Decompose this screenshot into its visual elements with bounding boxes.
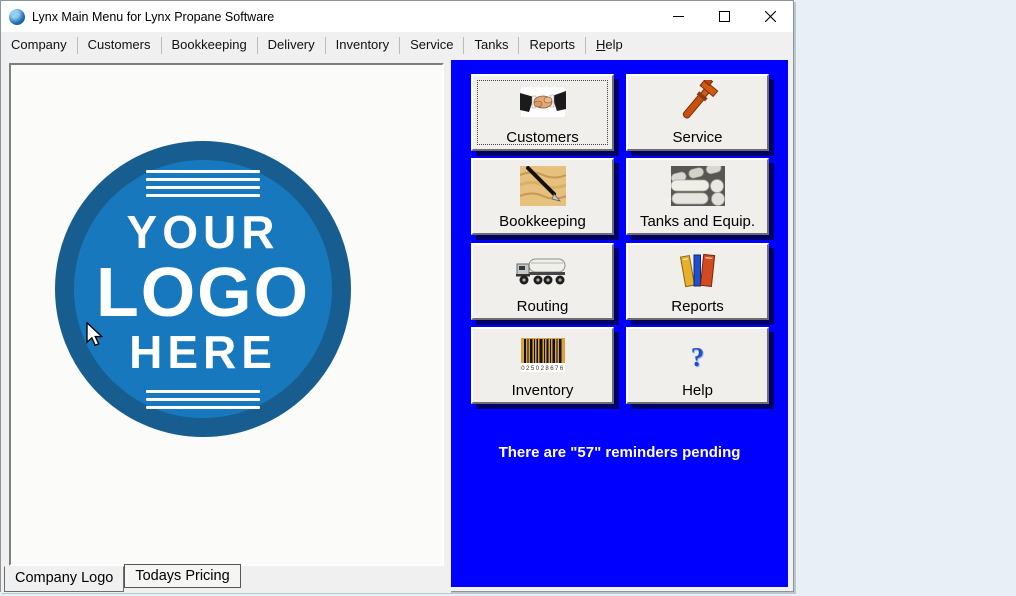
menu-item-company[interactable]: Company [1, 33, 77, 57]
propane-tanks-icon [671, 166, 725, 211]
maximize-icon [719, 11, 730, 22]
button-label: Routing [517, 298, 569, 315]
logo-word-here: HERE [129, 329, 277, 375]
customers-button[interactable]: Customers [471, 74, 614, 151]
lynx-app-icon [9, 9, 25, 25]
desktop: Lynx Main Menu for Lynx Propane Software [0, 0, 1016, 596]
menu-item-reports[interactable]: Reports [519, 33, 585, 57]
close-button[interactable] [747, 1, 793, 32]
app-window: Lynx Main Menu for Lynx Propane Software [0, 0, 794, 592]
pen-ledger-icon [520, 166, 566, 211]
tanks-and-equip-button[interactable]: Tanks and Equip. [626, 158, 769, 235]
button-label: Inventory [512, 382, 574, 399]
logo-pane: YOUR LOGO HERE Company Logo Todays Prici… [1, 58, 451, 593]
logo-pane-tabs: Company Logo Todays Pricing [4, 564, 241, 592]
logo-word-logo: LOGO [96, 257, 310, 327]
routing-button[interactable]: Routing [471, 243, 614, 320]
menu-item-customers[interactable]: Customers [78, 33, 161, 57]
maximize-button[interactable] [701, 1, 747, 32]
menu-item-help[interactable]: Help [586, 33, 633, 57]
menu-item-tanks[interactable]: Tanks [464, 33, 518, 57]
close-icon [765, 11, 776, 22]
service-button[interactable]: Service [626, 74, 769, 151]
menu-item-inventory[interactable]: Inventory [326, 33, 399, 57]
menu-bar: Company Customers Bookkeeping Delivery I… [1, 32, 793, 58]
minimize-icon [673, 11, 684, 22]
reminders-pending-status: There are "57" reminders pending [451, 444, 788, 461]
window-controls [655, 1, 793, 32]
company-logo-panel: YOUR LOGO HERE [9, 63, 444, 566]
menu-item-bookkeeping[interactable]: Bookkeeping [162, 33, 257, 57]
logo-decorative-lines-bottom [146, 387, 260, 411]
menu-item-service[interactable]: Service [400, 33, 463, 57]
logo-word-your: YOUR [127, 209, 280, 255]
bookkeeping-button[interactable]: Bookkeeping [471, 158, 614, 235]
minimize-button[interactable] [655, 1, 701, 32]
menu-item-delivery[interactable]: Delivery [258, 33, 325, 57]
barcode-digits: 025028676 [521, 366, 565, 372]
tab-company-logo[interactable]: Company Logo [4, 566, 124, 592]
button-label: Service [672, 129, 722, 146]
tank-truck-icon [516, 255, 570, 292]
inventory-button[interactable]: 025028676 Inventory [471, 327, 614, 404]
button-label: Tanks and Equip. [640, 213, 755, 230]
your-logo-here-placeholder: YOUR LOGO HERE [55, 141, 351, 437]
handshake-icon [520, 86, 566, 123]
logo-decorative-lines-top [146, 167, 260, 199]
window-title: Lynx Main Menu for Lynx Propane Software [32, 10, 274, 24]
pipe-wrench-icon [676, 80, 720, 129]
question-mark-icon: ? [691, 342, 705, 373]
button-label: Reports [671, 298, 724, 315]
title-bar: Lynx Main Menu for Lynx Propane Software [1, 1, 793, 32]
tab-todays-pricing[interactable]: Todays Pricing [124, 564, 240, 588]
reports-button[interactable]: Reports [626, 243, 769, 320]
help-button[interactable]: ? Help [626, 327, 769, 404]
button-label: Bookkeeping [499, 213, 586, 230]
main-menu-panel: Customers Service [451, 60, 788, 587]
button-label: Customers [506, 129, 579, 146]
barcode-icon: 025028676 [521, 338, 565, 377]
books-icon [678, 251, 718, 296]
button-label: Help [682, 382, 713, 399]
